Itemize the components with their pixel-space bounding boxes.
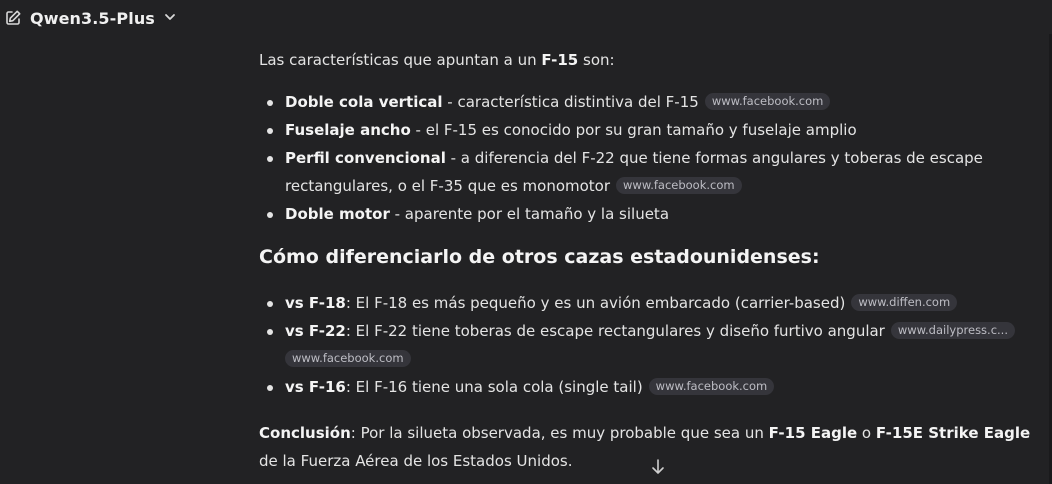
list-item: vs F-22: El F-22 tiene toberas de escape…: [259, 317, 1035, 373]
list-item: Doble cola vertical - característica dis…: [259, 88, 1049, 116]
edit-icon[interactable]: [3, 8, 23, 28]
comparison-list: vs F-18: El F-18 es más pequeño y es un …: [259, 289, 1049, 401]
source-chip[interactable]: www.dailypress.c...: [890, 322, 1015, 339]
source-chip[interactable]: www.facebook.com: [648, 378, 775, 395]
list-item: vs F-16: El F-16 tiene una sola cola (si…: [259, 373, 1049, 401]
source-chip[interactable]: www.facebook.com: [704, 93, 831, 110]
arrow-down-icon[interactable]: [650, 458, 666, 476]
intro-paragraph: Las características que apuntan a un F-1…: [259, 51, 615, 69]
list-item: Doble motor - aparente por el tamaño y l…: [259, 200, 1049, 228]
model-selector[interactable]: Qwen3.5-Plus: [30, 4, 177, 32]
model-name: Qwen3.5-Plus: [30, 8, 155, 28]
list-item: vs F-18: El F-18 es más pequeño y es un …: [259, 289, 1049, 317]
section-heading: Cómo diferenciarlo de otros cazas estado…: [259, 246, 820, 268]
top-bar: Qwen3.5-Plus: [0, 0, 1052, 40]
list-item: Perfil convencional - a diferencia del F…: [259, 144, 1015, 200]
list-item: Fuselaje ancho - el F-15 es conocido por…: [259, 116, 1049, 144]
source-chip[interactable]: www.facebook.com: [285, 350, 411, 367]
features-list: Doble cola vertical - característica dis…: [259, 88, 1049, 228]
source-chip[interactable]: www.facebook.com: [616, 177, 742, 194]
source-chip[interactable]: www.diffen.com: [851, 294, 958, 311]
chevron-down-icon: [163, 9, 177, 28]
